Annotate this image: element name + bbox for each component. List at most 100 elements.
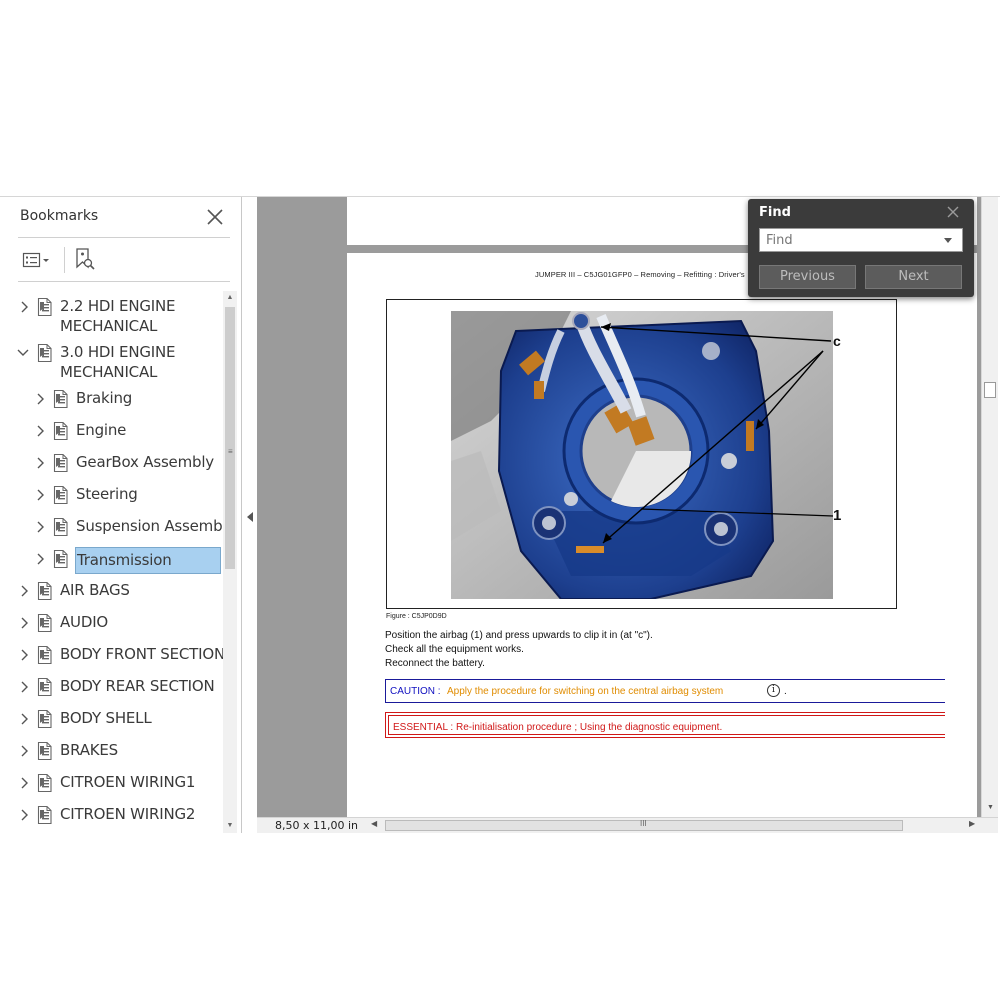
- scrollbar-thumb[interactable]: ≡: [225, 307, 235, 569]
- bookmark-item-citroen-wiring1[interactable]: CITROEN WIRING1: [2, 767, 224, 797]
- bookmark-label: AUDIO: [60, 613, 109, 631]
- scroll-left-icon[interactable]: ◀: [371, 819, 377, 828]
- bookmark-page-icon: [37, 773, 55, 793]
- chevron-right-icon[interactable]: [20, 744, 30, 757]
- chevron-right-icon[interactable]: [20, 616, 30, 629]
- bookmark-item-body-shell[interactable]: BODY SHELL: [2, 703, 224, 733]
- chevron-right-icon[interactable]: [36, 456, 46, 469]
- bookmark-label: CITROEN WIRING1: [60, 773, 196, 791]
- bookmark-page-icon: [53, 549, 71, 569]
- bookmark-label-selected: Transmission: [75, 547, 221, 574]
- bookmarks-scrollbar[interactable]: ▲ ≡ ▼: [223, 291, 237, 833]
- chevron-down-icon[interactable]: [17, 346, 29, 358]
- bookmark-page-icon: [37, 613, 55, 633]
- bookmark-tree: 2.2 HDI ENGINE MECHANICAL 3.0 HDI ENGINE M…: [2, 291, 224, 833]
- bookmark-label: Braking: [76, 389, 133, 407]
- bookmark-label: Engine: [76, 421, 127, 439]
- chevron-right-icon[interactable]: [36, 552, 46, 565]
- chevron-right-icon[interactable]: [36, 392, 46, 405]
- bookmark-label: Steering: [76, 485, 138, 503]
- bookmark-label: BODY FRONT SECTION: [60, 645, 224, 663]
- bookmark-item-engine[interactable]: Engine: [2, 415, 224, 445]
- chevron-right-icon[interactable]: [20, 300, 30, 313]
- document-vertical-scrollbar[interactable]: ▼: [981, 197, 998, 817]
- bookmark-item-suspension-assembly[interactable]: Suspension Assembly: [2, 511, 224, 541]
- figure-label-c: c: [833, 333, 841, 349]
- bookmark-item-braking[interactable]: Braking: [2, 383, 224, 413]
- bookmark-label: AIR BAGS: [60, 581, 130, 599]
- caution-box: CAUTION : Apply the procedure for switch…: [385, 679, 945, 703]
- scrollbar-thumb[interactable]: [984, 382, 996, 398]
- bookmark-label: CITROEN WIRING2: [60, 805, 196, 823]
- airbag-photo: [451, 311, 833, 599]
- instruction-line: Check all the equipment works.: [385, 644, 524, 655]
- bookmark-label: 2.2 HDI ENGINE MECHANICAL: [60, 297, 176, 335]
- bookmark-item-body-rear-section[interactable]: BODY REAR SECTION: [2, 671, 224, 701]
- bookmark-page-icon: [37, 297, 55, 317]
- close-icon[interactable]: [205, 207, 225, 227]
- bookmark-item-2-2-hdi-engine[interactable]: 2.2 HDI ENGINE MECHANICAL: [2, 291, 224, 337]
- chevron-down-icon[interactable]: [944, 238, 952, 243]
- find-dialog: Find Previous Next: [748, 199, 974, 297]
- grip-icon: III: [640, 819, 647, 828]
- chevron-right-icon[interactable]: [20, 680, 30, 693]
- bookmark-label: GearBox Assembly: [76, 453, 214, 471]
- bookmark-item-steering[interactable]: Steering: [2, 479, 224, 509]
- document-page: JUMPER III – C5JG01GFP0 – Removing – Ref…: [347, 253, 977, 817]
- bookmark-page-icon: [53, 421, 71, 441]
- scroll-up-icon[interactable]: ▲: [223, 291, 237, 305]
- bookmark-item-gearbox-assembly[interactable]: GearBox Assembly: [2, 447, 224, 477]
- bookmark-label: 3.0 HDI ENGINE MECHANICAL: [60, 343, 176, 381]
- chevron-right-icon[interactable]: [20, 808, 30, 821]
- bookmark-item-body-front-section[interactable]: BODY FRONT SECTION: [2, 639, 224, 669]
- scroll-down-icon[interactable]: ▼: [223, 819, 237, 833]
- bookmark-item-citroen-wiring2[interactable]: CITROEN WIRING2: [2, 799, 224, 829]
- panel-splitter[interactable]: [243, 197, 257, 833]
- chevron-right-icon[interactable]: [36, 520, 46, 533]
- find-bookmark-icon[interactable]: [73, 247, 97, 273]
- bookmark-page-icon: [53, 517, 71, 537]
- next-button[interactable]: Next: [865, 265, 962, 289]
- bookmark-page-icon: [37, 709, 55, 729]
- bookmark-page-icon: [53, 453, 71, 473]
- scroll-right-icon[interactable]: ▶: [969, 819, 975, 828]
- figure-frame: c 1: [386, 299, 897, 609]
- grip-icon: ≡: [228, 447, 233, 456]
- bookmark-page-icon: [53, 485, 71, 505]
- chevron-right-icon[interactable]: [20, 648, 30, 661]
- instruction-line: Position the airbag (1) and press upward…: [385, 630, 653, 641]
- bookmark-page-icon: [37, 581, 55, 601]
- horizontal-scrollbar[interactable]: III: [385, 819, 903, 831]
- bookmark-item-transmission[interactable]: Transmission: [2, 543, 224, 574]
- essential-text: ESSENTIAL : Re-initialisation procedure …: [393, 722, 723, 733]
- scroll-down-icon[interactable]: ▼: [982, 801, 999, 815]
- find-input[interactable]: [759, 228, 963, 252]
- essential-box-inner: ESSENTIAL : Re-initialisation procedure …: [388, 715, 945, 735]
- page-header: JUMPER III – C5JG01GFP0 – Removing – Ref…: [535, 270, 745, 279]
- previous-button[interactable]: Previous: [759, 265, 856, 289]
- page-size-readout: 8,50 x 11,00 in: [275, 819, 359, 832]
- bookmark-label: BRAKES: [60, 741, 119, 759]
- chevron-right-icon[interactable]: [36, 424, 46, 437]
- chevron-right-icon[interactable]: [20, 776, 30, 789]
- instruction-line: Reconnect the battery.: [385, 658, 485, 669]
- caution-end: .: [784, 686, 787, 697]
- info-icon[interactable]: i: [767, 684, 780, 697]
- chevron-right-icon[interactable]: [20, 712, 30, 725]
- chevron-right-icon[interactable]: [20, 584, 30, 597]
- caution-link[interactable]: Apply the procedure for switching on the…: [447, 686, 723, 697]
- bookmark-item-3-0-hdi-engine[interactable]: 3.0 HDI ENGINE MECHANICAL: [2, 337, 224, 383]
- find-title: Find: [759, 205, 791, 220]
- essential-box: ESSENTIAL : Re-initialisation procedure …: [385, 712, 945, 738]
- bookmark-page-icon: [37, 645, 55, 665]
- bookmark-item-air-bags[interactable]: AIR BAGS: [2, 575, 224, 605]
- figure-label-1: 1: [833, 507, 842, 524]
- bookmark-item-brakes[interactable]: BRAKES: [2, 735, 224, 765]
- chevron-right-icon[interactable]: [36, 488, 46, 501]
- bookmark-page-icon: [37, 805, 55, 825]
- caution-label: CAUTION :: [390, 686, 441, 697]
- bookmark-item-audio[interactable]: AUDIO: [2, 607, 224, 637]
- close-icon[interactable]: [946, 205, 960, 219]
- collapse-left-icon[interactable]: [246, 509, 254, 522]
- options-menu-icon[interactable]: [22, 250, 54, 270]
